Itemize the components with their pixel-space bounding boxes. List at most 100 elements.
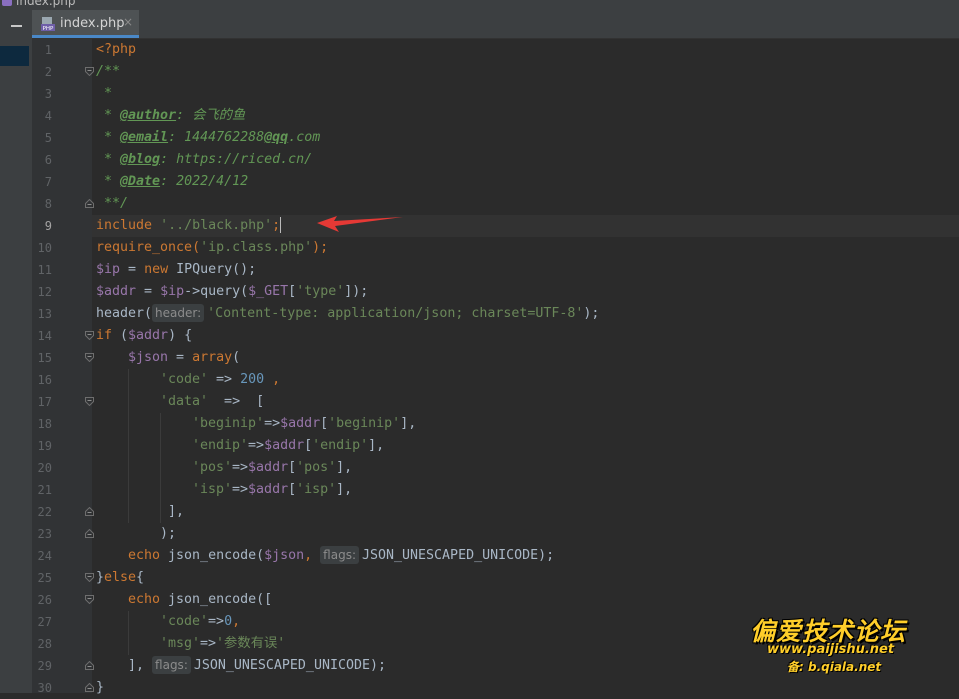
window-title-bar: index.php bbox=[0, 0, 959, 10]
line-number: 27 bbox=[37, 615, 52, 629]
line-number: 5 bbox=[44, 131, 52, 145]
punctuation: ); bbox=[312, 240, 329, 255]
operator: = bbox=[168, 350, 193, 365]
doc-comment: : 2022/4/12 bbox=[160, 174, 249, 189]
code-text: ); bbox=[583, 306, 600, 321]
line-number: 28 bbox=[37, 637, 52, 651]
keyword: if bbox=[96, 328, 113, 343]
fold-close-icon[interactable] bbox=[85, 529, 94, 538]
code-text: { bbox=[136, 570, 145, 585]
variable: $addr bbox=[128, 328, 169, 343]
code-text: ( bbox=[112, 328, 129, 343]
function-call: json_encode([ bbox=[160, 592, 273, 607]
code-line: }else{ bbox=[96, 567, 144, 589]
line-number: 22 bbox=[37, 505, 52, 519]
string: 'beginip' bbox=[192, 416, 265, 431]
fold-close-icon[interactable] bbox=[85, 507, 94, 516]
doc-tag: @qq bbox=[264, 130, 289, 145]
line-number: 14 bbox=[37, 329, 52, 343]
indent-guide bbox=[128, 369, 129, 523]
number: 0 bbox=[224, 614, 233, 629]
fold-open-icon[interactable] bbox=[85, 353, 94, 362]
keyword: else bbox=[104, 570, 137, 585]
line-number: 20 bbox=[37, 461, 52, 475]
variable: $json bbox=[264, 548, 305, 563]
keyword: require_once( bbox=[96, 240, 201, 255]
code-line: 'pos'=>$addr['pos'], bbox=[192, 460, 353, 475]
close-icon[interactable]: × bbox=[123, 15, 133, 29]
fold-open-icon[interactable] bbox=[85, 331, 94, 340]
text-caret bbox=[280, 217, 282, 233]
operator: = bbox=[120, 262, 145, 277]
string: 'data' bbox=[160, 394, 209, 409]
fold-open-icon[interactable] bbox=[85, 397, 94, 406]
fold-close-icon[interactable] bbox=[85, 683, 94, 692]
doc-comment: **/ bbox=[96, 196, 129, 211]
project-selected-item[interactable] bbox=[0, 46, 29, 66]
variable: $json bbox=[128, 350, 169, 365]
string: 'pos' bbox=[192, 460, 233, 475]
code-line: if ($addr) { bbox=[96, 325, 192, 347]
code-text: ( bbox=[232, 350, 241, 365]
code-text: [ bbox=[256, 394, 265, 409]
line-number: 24 bbox=[37, 549, 52, 563]
watermark-url: www.paijishu.net bbox=[767, 642, 895, 657]
doc-tag: @Date bbox=[120, 174, 161, 189]
code-text: JSON_UNESCAPED_UNICODE); bbox=[193, 658, 386, 673]
code-line: **/ bbox=[96, 193, 128, 215]
variable: $addr bbox=[280, 416, 321, 431]
code-text: JSON_UNESCAPED_UNICODE); bbox=[362, 548, 555, 563]
variable: $addr bbox=[248, 482, 289, 497]
line-number: 30 bbox=[37, 681, 52, 695]
punctuation: , bbox=[304, 548, 313, 563]
collapse-icon[interactable] bbox=[11, 25, 22, 27]
doc-comment: * bbox=[96, 108, 121, 123]
code-line: * @blog: https://riced.cn/ bbox=[96, 149, 312, 171]
code-line: $json = array( bbox=[128, 347, 240, 369]
line-number: 11 bbox=[37, 263, 52, 277]
doc-comment: : 会飞的鱼 bbox=[176, 108, 246, 123]
line-number: 7 bbox=[44, 175, 52, 189]
fold-open-icon[interactable] bbox=[85, 573, 94, 582]
code-text: [ bbox=[288, 284, 297, 299]
code-line: echo json_encode($json, flags: JSON_UNESC… bbox=[128, 545, 554, 567]
line-number: 12 bbox=[37, 285, 52, 299]
keyword: new bbox=[144, 262, 169, 277]
line-number: 26 bbox=[37, 593, 52, 607]
svg-text:PHP: PHP bbox=[43, 26, 54, 32]
code-line: 'beginip'=>$addr['beginip'], bbox=[192, 416, 417, 431]
variable: $_GET bbox=[248, 284, 289, 299]
line-number: 29 bbox=[37, 659, 52, 673]
code-text: } bbox=[96, 570, 105, 585]
code-line: ], flags: JSON_UNESCAPED_UNICODE); bbox=[128, 655, 386, 677]
doc-comment: * bbox=[96, 152, 121, 167]
fold-open-icon[interactable] bbox=[85, 595, 94, 604]
code-line: echo json_encode([ bbox=[128, 589, 272, 611]
php-file-icon: PHP bbox=[41, 17, 55, 32]
line-number: 25 bbox=[37, 571, 52, 585]
parameter-hint: flags: bbox=[152, 656, 191, 674]
code-text: ); bbox=[160, 526, 177, 541]
fold-close-icon[interactable] bbox=[85, 661, 94, 670]
punctuation: , bbox=[232, 614, 241, 629]
variable: $ip bbox=[160, 284, 185, 299]
operator: => bbox=[200, 636, 217, 651]
window-title: index.php bbox=[16, 0, 76, 8]
operator: => bbox=[264, 416, 281, 431]
tab-index-php[interactable]: PHP index.php × bbox=[32, 10, 139, 38]
doc-comment: /** bbox=[96, 64, 121, 79]
keyword: include bbox=[96, 218, 153, 233]
function-call: header( bbox=[96, 306, 153, 321]
string: 'code' bbox=[160, 614, 209, 629]
code-text: ], bbox=[368, 438, 385, 453]
php-open-tag: <?php bbox=[96, 42, 137, 57]
punctuation: ; bbox=[272, 218, 281, 233]
code-line: 'code'=>0, bbox=[160, 611, 240, 633]
fold-open-icon[interactable] bbox=[85, 67, 94, 76]
doc-tag: @blog bbox=[120, 152, 161, 167]
string: 'isp' bbox=[192, 482, 233, 497]
fold-close-icon[interactable] bbox=[85, 199, 94, 208]
code-text: ], bbox=[336, 460, 353, 475]
code-line: 'code' => 200 , bbox=[160, 369, 280, 391]
code-line: * @author: 会飞的鱼 bbox=[96, 105, 245, 127]
